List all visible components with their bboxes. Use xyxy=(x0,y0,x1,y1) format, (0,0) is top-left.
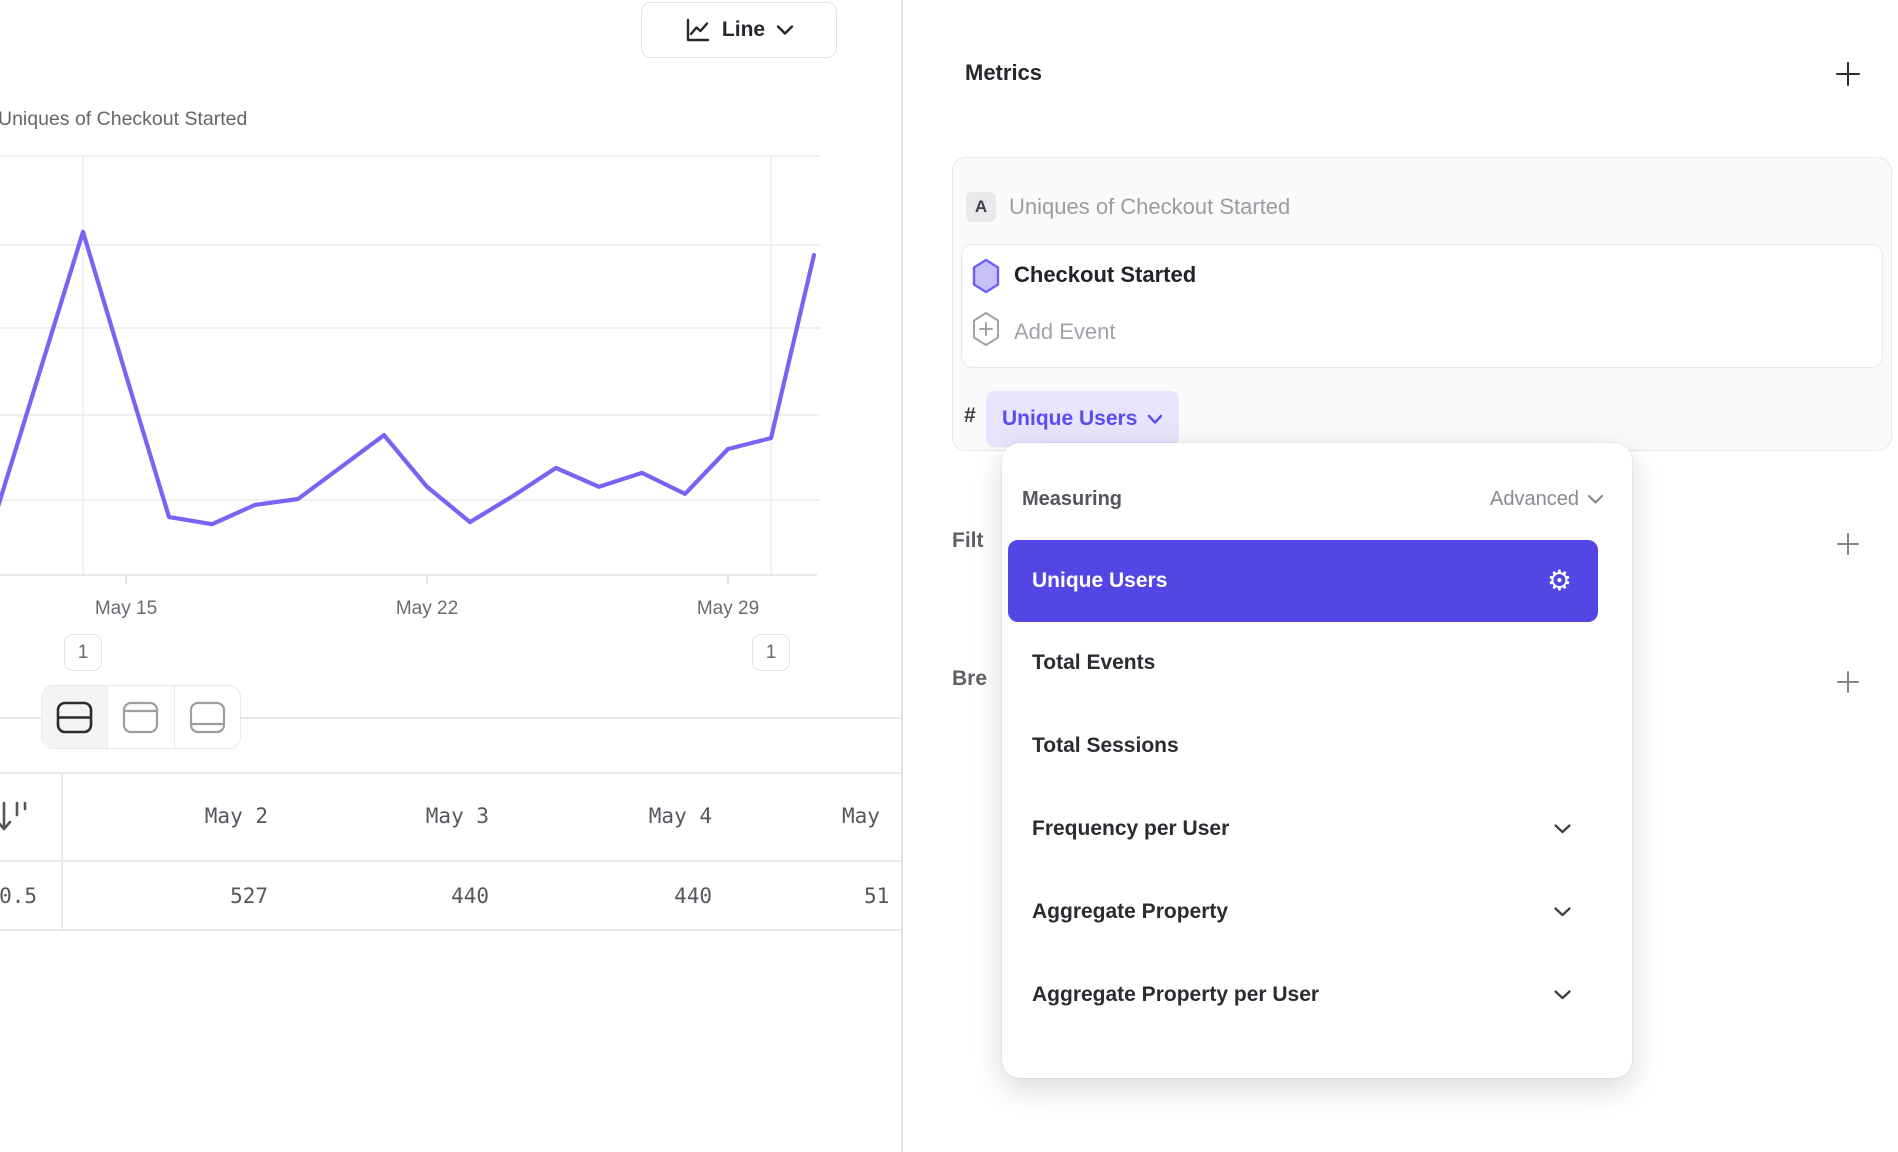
table-header-col4-clipped[interactable]: May xyxy=(842,804,880,828)
view-toggle-chart-only[interactable] xyxy=(107,686,173,748)
x-axis-tick-label: May 22 xyxy=(377,598,477,620)
menu-item-frequency-per-user[interactable]: Frequency per User xyxy=(1008,788,1598,870)
annotation-badge[interactable]: 1 xyxy=(752,634,790,671)
chevron-down-icon xyxy=(1587,494,1604,505)
chart-pane: Line Uniques of Checkout Started May 15M… xyxy=(0,0,901,1152)
metrics-section-title: Metrics xyxy=(965,60,1042,86)
query-builder-pane: Metrics A Uniques of Checkout Started Ch… xyxy=(903,0,1898,1152)
menu-item-total-sessions[interactable]: Total Sessions xyxy=(1008,705,1598,787)
advanced-label: Advanced xyxy=(1490,488,1579,511)
add-event-button[interactable]: Add Event xyxy=(1014,319,1116,345)
chevron-down-icon xyxy=(1553,823,1572,835)
menu-item-unique-users[interactable]: Unique Users ⚙ xyxy=(1008,540,1598,622)
plus-icon xyxy=(1836,532,1860,556)
add-event-icon[interactable] xyxy=(972,311,1000,347)
line-chart-svg xyxy=(0,155,840,585)
table-cell-clipped: 51 xyxy=(864,884,889,908)
counting-method-chip[interactable]: Unique Users xyxy=(986,391,1179,447)
line-chart[interactable]: May 15 May 22 May 29 1 1 xyxy=(0,155,840,675)
filters-section-label-clipped: Filt xyxy=(952,529,984,553)
series-letter-badge: A xyxy=(966,192,996,222)
add-breakdown-button[interactable] xyxy=(1834,668,1862,696)
menu-item-total-events[interactable]: Total Events xyxy=(1008,622,1598,704)
table-cell: 527 xyxy=(118,884,268,908)
metric-card: A Uniques of Checkout Started Checkout S… xyxy=(952,157,1892,451)
menu-item-aggregate-property[interactable]: Aggregate Property xyxy=(1008,871,1598,953)
view-toggle-group xyxy=(41,685,241,749)
table-header-col1[interactable]: May 2 xyxy=(118,804,268,828)
x-axis-tick-label: May 29 xyxy=(678,598,778,620)
advanced-mode-selector[interactable]: Advanced xyxy=(1490,488,1604,511)
counting-method-prefix: # xyxy=(964,404,976,428)
event-card: Checkout Started Add Event xyxy=(961,244,1883,368)
plus-icon xyxy=(1835,61,1861,87)
chart-title: Uniques of Checkout Started xyxy=(0,108,247,131)
breakdowns-section-label-clipped: Bre xyxy=(952,667,987,691)
chevron-down-icon xyxy=(776,24,794,36)
chart-type-label: Line xyxy=(722,18,765,42)
sort-descending-icon[interactable] xyxy=(0,799,34,839)
table-header-col2[interactable]: May 3 xyxy=(339,804,489,828)
counting-method-label: Unique Users xyxy=(1002,407,1137,431)
x-axis-tick-label: May 15 xyxy=(76,598,176,620)
measuring-dropdown: Measuring Advanced Unique Users ⚙ Total … xyxy=(1002,443,1632,1078)
chevron-down-icon xyxy=(1553,906,1572,918)
chevron-down-icon xyxy=(1553,989,1572,1001)
event-name[interactable]: Checkout Started xyxy=(1014,262,1196,288)
menu-item-label: Total Events xyxy=(1032,651,1155,675)
series-title: Uniques of Checkout Started xyxy=(1009,194,1290,220)
measuring-label: Measuring xyxy=(1022,488,1122,511)
gear-icon[interactable]: ⚙ xyxy=(1547,567,1572,595)
view-toggle-table-only[interactable] xyxy=(174,686,240,748)
table-row-label-clipped: 0.5 xyxy=(0,884,37,908)
menu-item-label: Aggregate Property per User xyxy=(1032,983,1319,1007)
chart-type-button[interactable]: Line xyxy=(641,2,837,58)
menu-item-label: Frequency per User xyxy=(1032,817,1229,841)
line-chart-icon xyxy=(684,17,711,44)
table-cell: 440 xyxy=(562,884,712,908)
table-header-col3[interactable]: May 4 xyxy=(562,804,712,828)
menu-item-label: Aggregate Property xyxy=(1032,900,1228,924)
annotation-badge[interactable]: 1 xyxy=(64,634,102,671)
menu-item-label: Total Sessions xyxy=(1032,734,1179,758)
add-filter-button[interactable] xyxy=(1834,530,1862,558)
menu-item-aggregate-property-per-user[interactable]: Aggregate Property per User xyxy=(1008,954,1598,1036)
event-hexagon-icon xyxy=(972,258,1000,294)
chevron-down-icon xyxy=(1147,414,1163,425)
table-only-view-icon xyxy=(189,701,226,734)
view-toggle-split[interactable] xyxy=(42,686,107,748)
chart-only-view-icon xyxy=(122,701,159,734)
menu-item-label: Unique Users xyxy=(1032,569,1167,593)
add-metric-button[interactable] xyxy=(1834,60,1862,88)
split-view-icon xyxy=(56,701,93,734)
table-cell: 440 xyxy=(339,884,489,908)
plus-icon xyxy=(1836,670,1860,694)
